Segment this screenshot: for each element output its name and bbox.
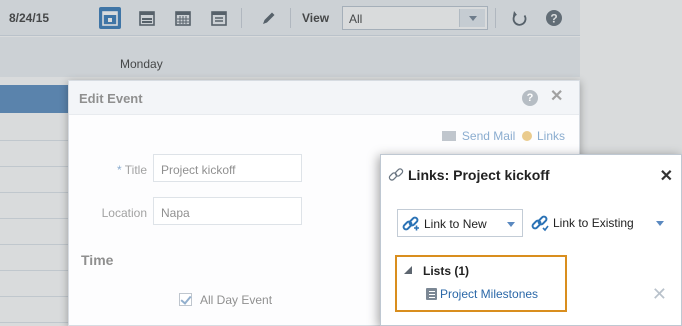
refresh-icon [512, 11, 527, 26]
selected-time-slot [0, 85, 70, 113]
chevron-down-icon [507, 222, 515, 227]
chain-link-icon [388, 168, 404, 181]
list-icon [426, 288, 437, 300]
toolbar-separator [290, 8, 291, 28]
time-section-title: Time [81, 252, 114, 268]
calendar-day-icon [102, 11, 118, 26]
grid-line [0, 244, 70, 245]
title-field-value: Project kickoff [161, 163, 236, 177]
add-link-icon [402, 216, 419, 231]
links-popup: Links: Project kickoff ✕ Link to New Lin… [380, 154, 682, 326]
week-view-button[interactable] [136, 7, 158, 29]
close-icon[interactable]: ✕ [550, 89, 563, 105]
mail-icon [441, 130, 456, 141]
month-view-button[interactable] [172, 7, 194, 29]
title-field[interactable]: Project kickoff [153, 154, 302, 182]
grid-line [0, 140, 70, 141]
current-date: 8/24/15 [9, 11, 50, 25]
links-icon [521, 130, 532, 141]
grid-line [0, 322, 70, 323]
title-label: * Title [69, 163, 147, 177]
chevron-down-icon[interactable] [459, 9, 485, 27]
view-select-value: All [349, 12, 363, 26]
location-field[interactable]: Napa [153, 197, 302, 225]
all-day-label: All Day Event [200, 293, 273, 307]
dialog-actions: Send Mail Links [441, 128, 565, 143]
required-indicator: * [116, 163, 122, 177]
link-to-existing-button[interactable]: Link to Existing [529, 209, 669, 237]
collapse-triangle-icon[interactable] [404, 266, 412, 274]
edit-button[interactable] [257, 7, 279, 29]
grid-line [0, 218, 70, 219]
links-link[interactable]: Links [537, 129, 565, 143]
day-name: Monday [120, 57, 163, 71]
list-view-button[interactable] [208, 7, 230, 29]
refresh-button[interactable] [509, 7, 531, 29]
lists-header: Lists (1) [423, 264, 470, 278]
all-day-checkbox[interactable] [179, 293, 192, 306]
edit-event-header: Edit Event ? ✕ [69, 81, 579, 115]
link-to-existing-label: Link to Existing [553, 216, 634, 230]
dialog-title: Edit Event [79, 91, 143, 106]
link-to-new-label: Link to New [424, 217, 487, 231]
calendar-week-icon [139, 11, 155, 26]
calendar-list-icon [211, 11, 227, 26]
calendar-toolbar: 8/24/15 View All ? [0, 0, 580, 36]
link-existing-icon [531, 215, 549, 232]
toolbar-separator [495, 8, 496, 28]
calendar-month-icon [175, 11, 191, 26]
send-mail-link[interactable]: Send Mail [462, 129, 515, 143]
close-icon[interactable]: ✕ [660, 166, 673, 186]
grid-line [0, 270, 70, 271]
link-to-new-button[interactable]: Link to New [397, 209, 523, 237]
location-label: Location [101, 206, 147, 220]
svg-text:?: ? [550, 12, 557, 26]
lists-group: Lists (1) Project Milestones [395, 255, 567, 312]
grid-line [0, 192, 70, 193]
pencil-icon [263, 12, 275, 24]
toolbar-separator [241, 8, 242, 28]
chevron-down-icon [656, 221, 664, 226]
links-popup-title: Links: Project kickoff [408, 167, 550, 183]
remove-link-icon[interactable]: ✕ [652, 284, 667, 305]
title-label-text: Title [124, 163, 147, 177]
links-popup-header: Links: Project kickoff ✕ [381, 155, 681, 193]
help-icon: ? [546, 10, 562, 26]
location-field-value: Napa [161, 206, 190, 220]
grid-line [0, 296, 70, 297]
grid-line [0, 166, 70, 167]
linked-list-item[interactable]: Project Milestones [440, 287, 538, 301]
help-icon[interactable]: ? [522, 90, 538, 106]
view-label: View [302, 11, 330, 25]
view-select[interactable]: All [342, 6, 488, 30]
day-view-button[interactable] [99, 7, 121, 29]
help-button[interactable]: ? [543, 7, 565, 29]
day-header: Monday [0, 37, 580, 77]
